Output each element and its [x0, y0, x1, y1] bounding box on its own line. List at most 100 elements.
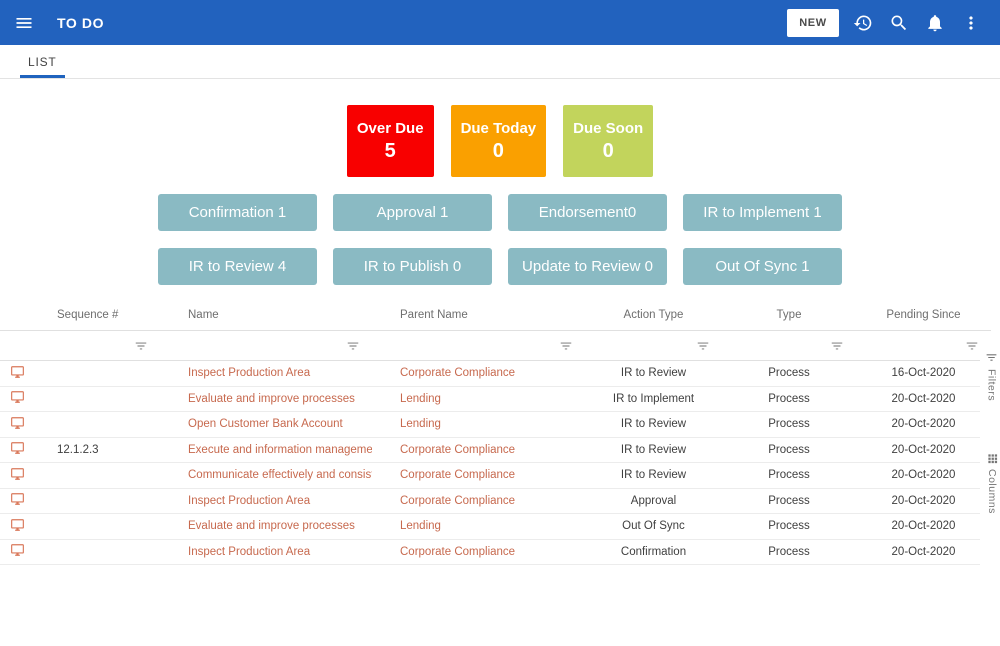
menu-icon[interactable] [12, 11, 36, 35]
tab-bar: LIST [0, 45, 1000, 79]
history-icon[interactable] [851, 11, 875, 35]
parent-name-link[interactable]: Lending [400, 418, 441, 430]
name-link[interactable]: Evaluate and improve processes [188, 520, 355, 532]
summary-card-count: 5 [384, 139, 396, 162]
monitor-icon[interactable] [10, 467, 25, 484]
monitor-icon[interactable] [10, 390, 25, 407]
cell-sequence [40, 412, 160, 437]
filters-panel-toggle[interactable]: Filters [985, 351, 998, 401]
category-filter-button[interactable]: IR to Publish 0 [333, 248, 492, 285]
monitor-icon[interactable] [10, 416, 25, 433]
cell-sequence [40, 387, 160, 412]
monitor-icon[interactable] [10, 492, 25, 509]
side-rail: Filters Columns [980, 345, 1000, 565]
cell-action-type: Out Of Sync [622, 520, 685, 533]
cell-type: Process [768, 494, 810, 507]
filter-icon [966, 342, 978, 349]
monitor-icon[interactable] [10, 543, 25, 560]
column-header[interactable]: Sequence # [40, 300, 160, 330]
column-filter[interactable] [722, 331, 856, 360]
cell-action-type: IR to Review [620, 367, 687, 380]
cell-action-type: Approval [630, 494, 677, 507]
column-filter[interactable] [160, 331, 372, 360]
column-filter[interactable] [856, 331, 991, 360]
column-header[interactable]: Parent Name [372, 300, 585, 330]
summary-cards: Over Due 5 Due Today 0 Due Soon 0 [0, 105, 1000, 177]
notifications-icon[interactable] [923, 11, 947, 35]
tab-list[interactable]: LIST [20, 45, 65, 79]
cell-sequence [40, 361, 160, 386]
cell-type: Process [768, 520, 810, 533]
more-options-icon[interactable] [959, 11, 983, 35]
app-header: TO DO NEW [0, 0, 1000, 45]
todo-table: Sequence # Name Parent Name Action Type Type… [0, 300, 991, 565]
table-row: Evaluate and improve processes Lending O… [0, 514, 991, 540]
summary-card[interactable]: Due Today 0 [450, 105, 547, 177]
summary-card[interactable]: Over Due 5 [346, 105, 434, 177]
cell-action-type: IR to Review [620, 418, 687, 431]
column-header[interactable]: Action Type [585, 300, 722, 330]
table-row: Open Customer Bank Account Lending IR to… [0, 412, 991, 438]
filters-panel-label: Filters [985, 369, 998, 402]
cell-sequence [40, 489, 160, 514]
name-link[interactable]: Evaluate and improve processes [188, 393, 355, 405]
table-row: 12.1.2.3 Execute and information managem… [0, 438, 991, 463]
name-link[interactable]: Inspect Production Area [188, 367, 310, 379]
category-filter-button[interactable]: Endorsement0 [508, 194, 667, 231]
category-filter-button[interactable]: Update to Review 0 [508, 248, 667, 285]
filter-icon [831, 342, 843, 349]
parent-name-link[interactable]: Lending [400, 520, 441, 532]
table-filter-row [0, 331, 991, 361]
monitor-icon[interactable] [10, 441, 25, 458]
columns-panel-toggle[interactable]: Columns [986, 453, 998, 514]
parent-name-link[interactable]: Corporate Compliance [400, 546, 515, 558]
category-filter-button[interactable]: IR to Review 4 [158, 248, 317, 285]
filter-icon-spacer [0, 331, 40, 360]
parent-name-link[interactable]: Lending [400, 393, 441, 405]
screen: TO DO NEW LIST Over Due 5 Due Today 0 Du… [0, 0, 1000, 646]
table-body: Inspect Production Area Corporate Compli… [0, 361, 991, 565]
table-row: Evaluate and improve processes Lending I… [0, 387, 991, 412]
name-link[interactable]: Execute and information management plan [188, 444, 372, 456]
column-filter[interactable] [40, 331, 160, 360]
name-link[interactable]: Open Customer Bank Account [188, 418, 343, 430]
monitor-icon[interactable] [10, 518, 25, 535]
parent-name-link[interactable]: Corporate Compliance [400, 495, 515, 507]
header-icon-spacer [0, 300, 40, 330]
cell-pending-since: 20-Oct-2020 [891, 469, 956, 482]
filter-icon [347, 342, 359, 349]
name-link[interactable]: Inspect Production Area [188, 546, 310, 558]
filter-icon [697, 342, 709, 349]
summary-card-label: Due Soon [573, 119, 644, 137]
cell-pending-since: 20-Oct-2020 [891, 494, 956, 507]
cell-pending-since: 20-Oct-2020 [891, 443, 956, 456]
table-header-row: Sequence # Name Parent Name Action Type Type… [0, 300, 991, 331]
parent-name-link[interactable]: Corporate Compliance [400, 367, 515, 379]
column-filter[interactable] [372, 331, 585, 360]
column-header[interactable]: Name [160, 300, 372, 330]
column-header[interactable]: Pending Since [856, 300, 991, 330]
category-filter-button[interactable]: Approval 1 [333, 194, 492, 231]
cell-type: Process [768, 392, 810, 405]
cell-pending-since: 16-Oct-2020 [891, 367, 956, 380]
name-link[interactable]: Inspect Production Area [188, 495, 310, 507]
cell-action-type: Confirmation [620, 545, 687, 558]
new-button[interactable]: NEW [787, 8, 839, 37]
parent-name-link[interactable]: Corporate Compliance [400, 444, 515, 456]
cell-type: Process [768, 443, 810, 456]
category-filter-button[interactable]: Confirmation 1 [158, 194, 317, 231]
name-link[interactable]: Communicate effectively and consistently [188, 469, 372, 481]
column-header[interactable]: Type [722, 300, 856, 330]
filter-icon [135, 342, 147, 349]
summary-card[interactable]: Due Soon 0 [563, 105, 654, 177]
tab-list-label: LIST [28, 55, 57, 69]
category-buttons-row-1: Confirmation 1 Approval 1 Endorsement0 I… [0, 194, 1000, 231]
column-filter[interactable] [585, 331, 722, 360]
search-icon[interactable] [887, 11, 911, 35]
filter-icon [560, 342, 572, 349]
cell-type: Process [768, 418, 810, 431]
category-filter-button[interactable]: Out Of Sync 1 [683, 248, 842, 285]
category-filter-button[interactable]: IR to Implement 1 [683, 194, 842, 231]
parent-name-link[interactable]: Corporate Compliance [400, 469, 515, 481]
monitor-icon[interactable] [10, 365, 25, 382]
